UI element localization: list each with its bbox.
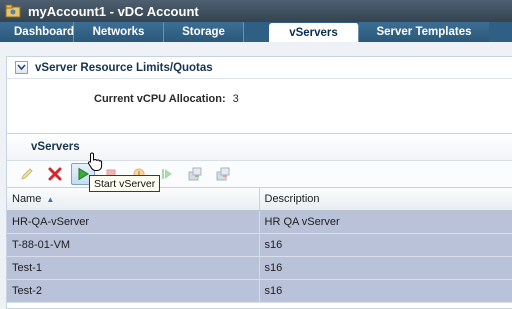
vservers-toolbar [7,161,512,188]
vcpu-allocation-label: Current vCPU Allocation: [94,93,226,105]
vcpu-allocation-value: 3 [232,93,239,105]
start-vserver-tooltip: Start vServer [89,175,161,192]
cell-description: s16 [259,233,512,257]
table-row[interactable]: T-88-01-VM s16 [7,233,512,257]
resume-icon [162,169,172,179]
tab-storage[interactable]: Storage [164,22,244,42]
vservers-panel-title: vServers [31,141,80,153]
tab-networks[interactable]: Networks [74,22,164,42]
edit-button[interactable] [15,163,39,185]
column-header-description[interactable]: Description [259,188,512,211]
folder-icon [4,2,22,20]
cell-description: s16 [259,279,512,303]
cell-description: HR QA vServer [259,210,512,234]
column-header-description-label: Description [264,192,320,205]
table-row[interactable]: HR-QA-vServer HR QA vServer [7,210,512,234]
cell-name: T-88-01-VM [7,233,260,257]
vcpu-allocation: Current vCPU Allocation: 3 [94,93,239,105]
chevron-down-icon [17,64,26,71]
cell-name: Test-2 [7,279,260,303]
sort-ascending-icon: ▲ [46,194,55,204]
column-header-name-label: Name [12,192,42,205]
detach-icon [216,167,230,181]
tab-bar: Dashboard Networks Storage vServers Serv… [0,22,512,42]
window-title: myAccount1 - vDC Account [28,3,199,19]
delete-icon [48,167,62,181]
table-row[interactable]: Test-1 s16 [7,256,512,280]
vservers-panel-header: vServers [7,134,512,161]
vservers-table: Name ▲ Description HR-QA-vServer HR QA vS… [7,188,512,303]
hand-cursor-icon [87,152,103,175]
limits-panel-title: vServer Resource Limits/Quotas [35,61,213,74]
cell-name: HR-QA-vServer [7,210,260,234]
tab-server-templates[interactable]: Server Templates [359,22,489,42]
edit-icon [21,168,33,180]
delete-button[interactable] [43,163,67,185]
detach-button[interactable] [211,163,235,185]
tab-dashboard[interactable]: Dashboard [0,22,74,42]
content-area: vServer Resource Limits/Quotas Current v… [0,42,512,309]
tab-vservers[interactable]: vServers [269,23,359,42]
limits-panel-header: vServer Resource Limits/Quotas [7,57,512,79]
attach-button[interactable] [183,163,207,185]
attach-icon [188,167,202,181]
collapse-toggle[interactable] [15,61,28,74]
table-row[interactable]: Test-2 s16 [7,279,512,303]
window-titlebar: myAccount1 - vDC Account [0,0,512,22]
cell-description: s16 [259,256,512,280]
vservers-panel: vServers Name ▲ Description HR-QA-vServe… [6,133,512,309]
table-header-row: Name ▲ Description [7,188,512,211]
cell-name: Test-1 [7,256,260,280]
